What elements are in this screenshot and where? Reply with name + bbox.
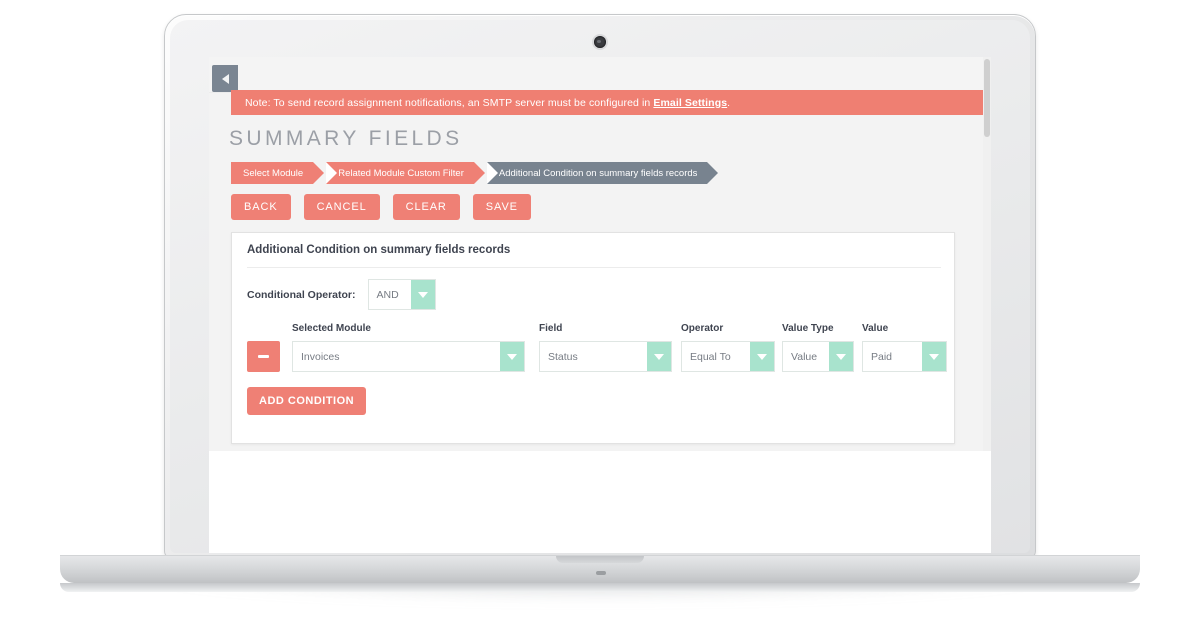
selected-module-select[interactable]: Invoices [292,341,525,372]
smtp-notice-banner: Note: To send record assignment notifica… [231,90,991,115]
laptop-screen: Note: To send record assignment notifica… [209,57,991,553]
card-divider [247,267,941,268]
condition-column-headers: Selected Module Field Operator Value Typ… [247,323,941,337]
notice-text-after: . [727,96,731,109]
remove-condition-button[interactable] [247,341,280,372]
conditional-operator-select[interactable]: AND [367,279,436,310]
page-scrollbar[interactable] [983,57,991,451]
back-button[interactable]: BACK [231,194,291,220]
app-topbar [209,57,991,93]
operator-value: Equal To [690,350,731,363]
save-button[interactable]: SAVE [472,194,531,220]
step-select-module[interactable]: Select Module [231,162,325,184]
step-label: Related Module Custom Filter [338,167,464,179]
app-shell: Note: To send record assignment notifica… [209,57,991,451]
chevron-down-icon [829,342,853,371]
laptop-base-notch [556,556,644,563]
step-label: Additional Condition on summary fields r… [498,167,698,179]
notice-text-before: Note: To send record assignment notifica… [245,96,654,109]
action-button-bar: BACK CANCEL CLEAR SAVE [231,194,544,220]
page-title: SUMMARY FIELDS [229,127,463,150]
value-value: Paid [871,350,893,363]
conditional-operator-row: Conditional Operator: AND [247,279,436,310]
conditional-operator-value: AND [376,288,399,301]
additional-condition-card: Additional Condition on summary fields r… [231,232,955,444]
minus-icon [258,355,269,358]
screenshot-stage: Note: To send record assignment notifica… [0,0,1200,630]
field-value: Status [548,350,578,363]
webcam-icon [594,36,606,48]
clear-button[interactable]: CLEAR [392,194,460,220]
app-empty-area [209,451,991,553]
column-header-value-type: Value Type [782,323,834,334]
add-condition-button[interactable]: ADD CONDITION [247,387,367,415]
laptop-base-lip [60,583,1140,592]
chevron-left-icon [221,73,229,84]
chevron-down-icon [647,342,671,371]
chevron-down-icon [750,342,774,371]
conditional-operator-label: Conditional Operator: [247,288,356,301]
value-type-select[interactable]: Value [782,341,854,372]
column-header-selected-module: Selected Module [292,323,371,334]
condition-row: Invoices Status Equal To Value Paid [247,341,947,374]
breadcrumb: Select Module Related Module Custom Filt… [231,162,720,184]
chevron-down-icon [922,342,946,371]
sidebar-toggle-button[interactable] [212,65,238,92]
column-header-operator: Operator [681,323,724,334]
chevron-down-icon [500,342,524,371]
value-type-value: Value [791,350,818,363]
email-settings-link[interactable]: Email Settings [653,97,727,109]
operator-select[interactable]: Equal To [681,341,775,372]
cancel-button[interactable]: CANCEL [303,194,380,220]
selected-module-value: Invoices [301,350,340,363]
column-header-value: Value [862,323,889,334]
step-related-module-custom-filter[interactable]: Related Module Custom Filter [326,162,485,184]
page-scrollbar-thumb[interactable] [984,59,990,137]
laptop-foot [596,571,606,575]
field-select[interactable]: Status [539,341,672,372]
step-additional-condition[interactable]: Additional Condition on summary fields r… [486,162,718,184]
chevron-down-icon [410,280,435,309]
column-header-field: Field [539,323,563,334]
value-select[interactable]: Paid [862,341,947,372]
step-label: Select Module [243,167,304,179]
card-title: Additional Condition on summary fields r… [247,244,511,256]
